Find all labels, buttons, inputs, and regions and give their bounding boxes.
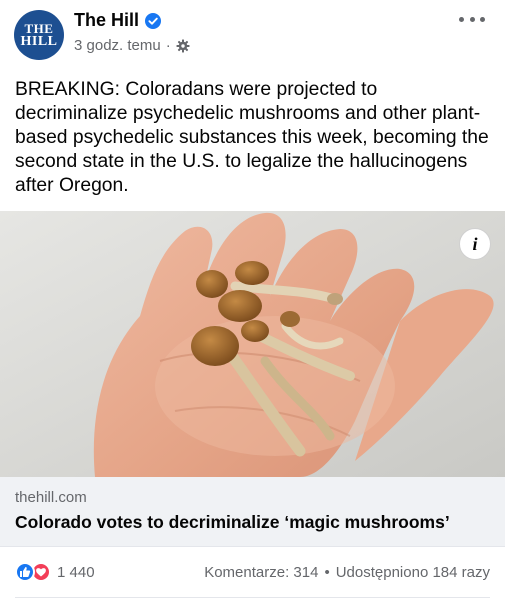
- hand-holding-mushrooms-image[interactable]: i: [0, 211, 505, 477]
- more-dot: [459, 16, 464, 22]
- verified-badge-icon: [145, 12, 162, 29]
- post-image-illustration: [0, 211, 505, 477]
- avatar-logo-line2: HILL: [20, 34, 58, 49]
- link-title[interactable]: Colorado votes to decriminalize ‘magic m…: [15, 512, 450, 533]
- page-name[interactable]: The Hill: [74, 10, 139, 31]
- shares-count[interactable]: Udostępniono 184 razy: [336, 564, 490, 581]
- gear-icon[interactable]: [176, 39, 190, 53]
- post-timestamp[interactable]: 3 godz. temu: [74, 37, 161, 54]
- page-name-row: The Hill: [74, 10, 162, 31]
- reactions-summary[interactable]: 1 440: [15, 562, 95, 582]
- post-meta: 3 godz. temu ·: [74, 37, 190, 54]
- thumbs-up-glyph: [20, 567, 31, 577]
- reaction-count: 1 440: [57, 563, 95, 581]
- link-domain: thehill.com: [15, 489, 87, 506]
- post-header: THE HILL The Hill 3 godz. temu ·: [0, 0, 505, 66]
- like-icon: [15, 562, 35, 582]
- footer-divider: [15, 597, 490, 598]
- image-info-button[interactable]: i: [459, 228, 491, 260]
- more-horizontal-icon[interactable]: [459, 14, 485, 24]
- engagement-stats: Komentarze: 314 • Udostępniono 184 razy: [204, 564, 490, 581]
- page-avatar[interactable]: THE HILL: [14, 10, 64, 60]
- link-preview[interactable]: thehill.com Colorado votes to decriminal…: [0, 477, 505, 547]
- meta-separator: ·: [165, 37, 171, 54]
- post-footer: 1 440 Komentarze: 314 • Udostępniono 184…: [0, 548, 505, 600]
- comments-count[interactable]: Komentarze: 314: [204, 564, 318, 581]
- stats-separator: •: [324, 564, 330, 581]
- more-dot: [480, 16, 485, 22]
- post-text: BREAKING: Coloradans were projected to d…: [15, 79, 489, 196]
- more-dot: [469, 16, 475, 22]
- heart-glyph: [36, 568, 46, 577]
